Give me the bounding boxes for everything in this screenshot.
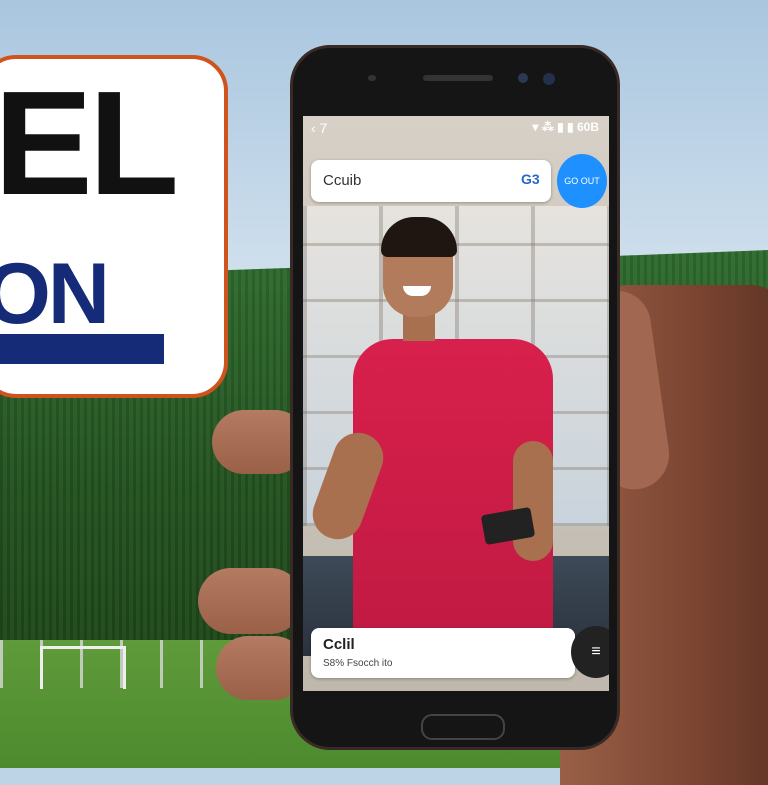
status-bar: ‹ 7 ▾ ⁂ ▮ ▮ 60B [303,116,609,140]
proximity-sensor [368,75,376,81]
smiling-man [305,217,583,641]
hair [381,217,457,257]
smartphone: ‹ 7 ▾ ⁂ ▮ ▮ 60B Ccuib G3 GO OUT Cclil S8… [290,45,620,750]
logo-top-text: EL [0,61,179,226]
soccer-goal [40,646,126,689]
finger [198,568,303,634]
card-subtitle: S8% Fsocch ito [323,658,393,669]
filter-button[interactable]: ≡ [571,626,609,678]
front-camera-icon [518,73,528,83]
go-button[interactable]: GO OUT [557,154,607,208]
front-camera-icon [543,73,555,85]
card-title: Cclil [323,636,355,653]
search-badge: G3 [521,171,540,187]
status-icons: ▾ ⁂ ▮ ▮ 60B [532,120,599,134]
back-button[interactable]: ‹ 7 [311,120,327,136]
home-button[interactable] [421,714,505,740]
earpiece-speaker [423,75,493,81]
filter-icon: ≡ [591,643,601,660]
search-input[interactable]: Ccuib [323,172,361,189]
brand-logo-sign: EL ON [0,55,228,398]
bottom-info-card[interactable]: Cclil S8% Fsocch ito [311,628,575,678]
right-arm [513,441,553,561]
logo-mid-text: ON [0,246,110,342]
search-bar[interactable]: Ccuib G3 [311,160,551,202]
logo-bar [0,334,164,364]
phone-screen: ‹ 7 ▾ ⁂ ▮ ▮ 60B Ccuib G3 GO OUT Cclil S8… [303,116,609,691]
